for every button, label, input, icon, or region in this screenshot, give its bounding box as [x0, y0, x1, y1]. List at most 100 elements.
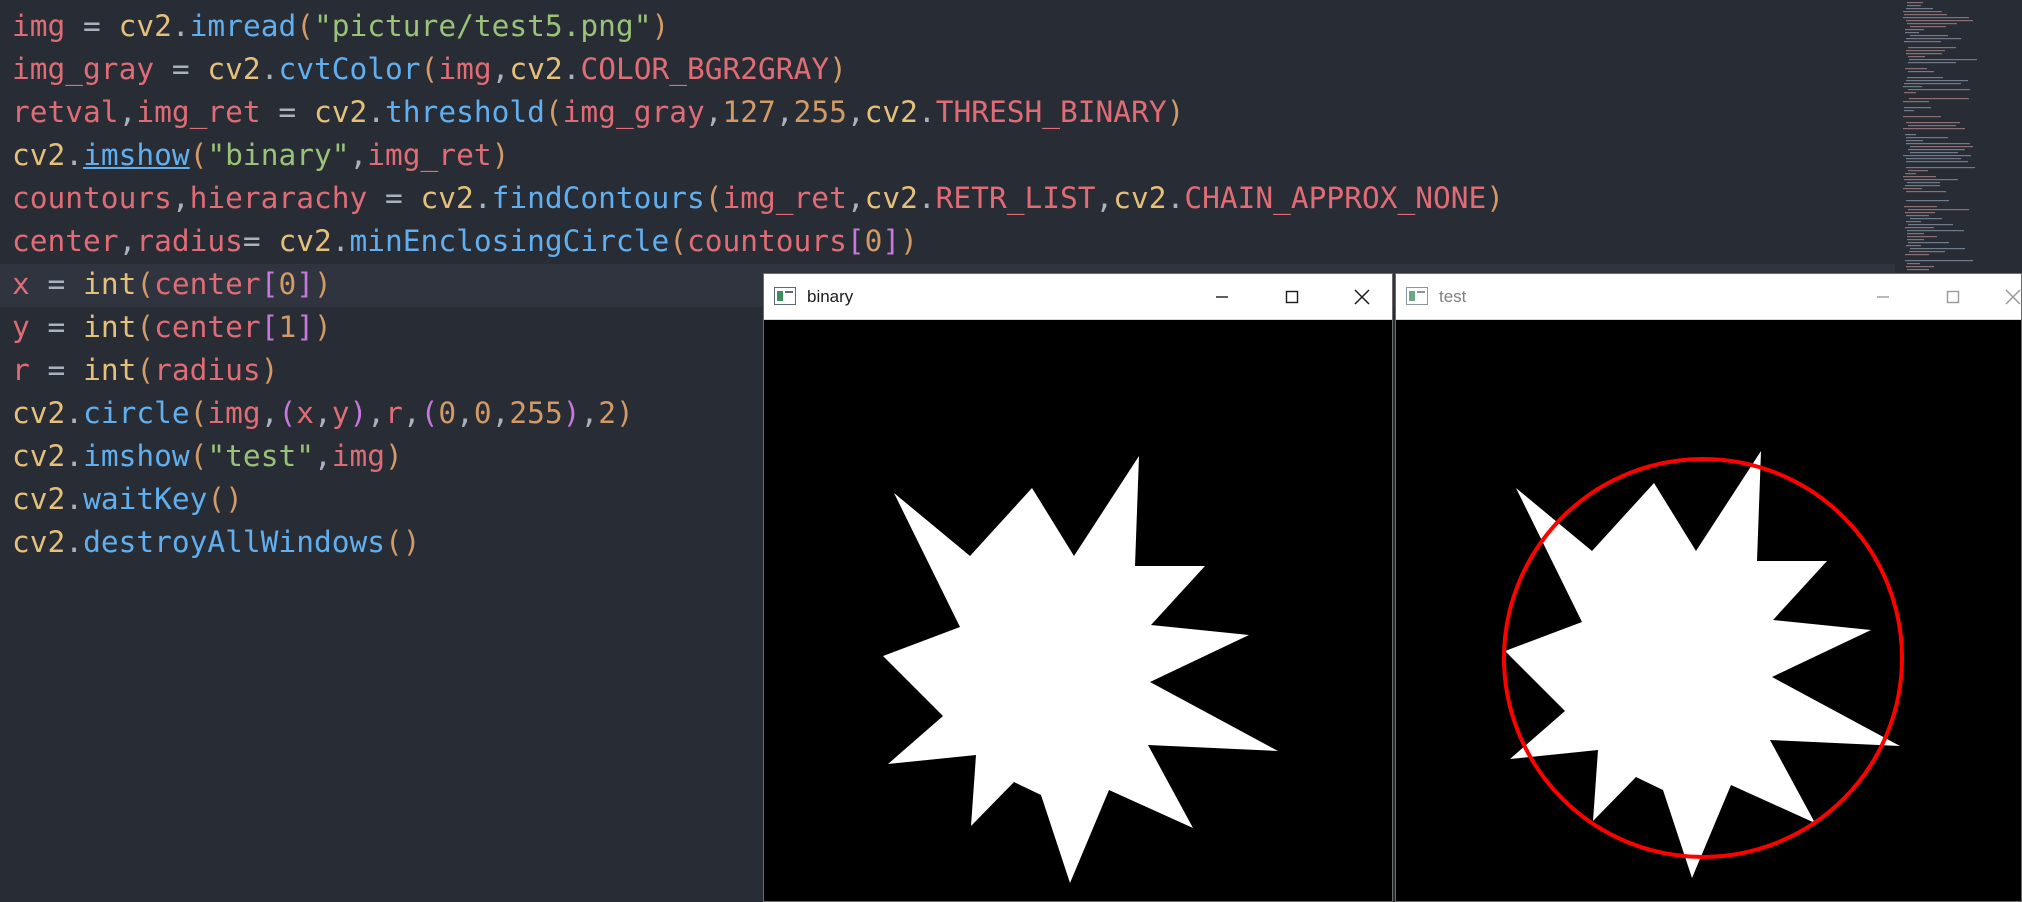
code-line[interactable]: img_gray = cv2.cvtColor(img,cv2.COLOR_BG…: [12, 48, 847, 91]
code-token: cv2: [864, 181, 918, 215]
code-token: cv2: [12, 525, 66, 559]
minimap-line: [1905, 134, 1916, 136]
test-window-titlebar[interactable]: test: [1396, 274, 2021, 320]
code-line[interactable]: x = int(center[0]): [12, 263, 332, 306]
code-token: ): [349, 396, 368, 430]
code-token: =: [367, 181, 421, 215]
code-token: cv2: [12, 138, 66, 172]
code-line[interactable]: countours,hierarachy = cv2.findContours(…: [12, 177, 1504, 220]
test-window[interactable]: test: [1395, 273, 2022, 902]
code-line[interactable]: cv2.imshow("binary",img_ret): [12, 134, 509, 177]
code-token: ,: [313, 439, 332, 473]
code-token: cv2: [12, 482, 66, 516]
test-close-button[interactable]: [1983, 274, 2022, 319]
code-token: (: [189, 138, 208, 172]
code-token: =: [154, 52, 208, 86]
code-token: img: [207, 396, 261, 430]
code-token: 255: [509, 396, 563, 430]
code-token: cvtColor: [278, 52, 421, 86]
minimap-line: [1903, 11, 1942, 13]
code-line[interactable]: cv2.waitKey(): [12, 478, 243, 521]
binary-maximize-button[interactable]: [1262, 274, 1322, 319]
minimap[interactable]: [1895, 0, 2022, 275]
code-token: center: [154, 267, 261, 301]
test-window-title: test: [1439, 287, 1467, 306]
code-token: .: [331, 224, 350, 258]
minimap-line: [1905, 212, 1935, 214]
test-maximize-button[interactable]: [1923, 274, 1983, 319]
minimap-line: [1909, 251, 1945, 253]
binary-window[interactable]: binary: [763, 273, 1393, 902]
minimap-line: [1909, 98, 1969, 100]
code-token: COLOR_BGR2GRAY: [580, 52, 830, 86]
code-token: cv2: [420, 181, 474, 215]
code-token: "binary": [207, 138, 350, 172]
code-line[interactable]: r = int(radius): [12, 349, 278, 392]
minimap-line: [1908, 47, 1956, 49]
code-token: ): [1486, 181, 1505, 215]
code-token: ,: [367, 396, 386, 430]
minimap-line: [1904, 110, 1914, 112]
code-token: img: [438, 52, 492, 86]
code-line[interactable]: retval,img_ret = cv2.threshold(img_gray,…: [12, 91, 1184, 134]
code-token: ): [402, 525, 421, 559]
code-token: ,: [580, 396, 599, 430]
code-token: RETR_LIST: [935, 181, 1096, 215]
code-token: threshold: [385, 95, 545, 129]
binary-minimize-button[interactable]: [1192, 274, 1252, 319]
minimap-line: [1910, 26, 1946, 28]
minimap-line: [1906, 137, 1948, 139]
code-token: .: [917, 181, 936, 215]
minimap-line: [1908, 71, 1934, 73]
code-token: ,: [314, 396, 332, 430]
code-token: countours: [686, 224, 847, 258]
code-token: "picture/test5.png": [314, 9, 652, 43]
code-token[interactable]: imshow: [83, 138, 190, 172]
minimap-line: [1908, 149, 1965, 151]
code-token: ): [1166, 95, 1185, 129]
code-token: 127: [722, 95, 776, 129]
code-token: cv2: [864, 95, 918, 129]
code-token: img_gray: [562, 95, 705, 129]
maximize-icon: [1285, 290, 1299, 303]
minimap-line: [1908, 125, 1956, 127]
minimap-line: [1906, 143, 1970, 145]
minimap-line: [1906, 221, 1921, 223]
minimap-line: [1907, 233, 1924, 235]
code-token: img_ret: [136, 95, 261, 129]
test-minimize-button[interactable]: [1853, 274, 1913, 319]
code-token: x: [296, 396, 314, 430]
minimap-line: [1906, 245, 1921, 247]
code-token: cv2: [509, 52, 563, 86]
code-token: ,: [118, 224, 137, 258]
code-token: (: [136, 310, 155, 344]
code-line[interactable]: cv2.destroyAllWindows(): [12, 521, 421, 564]
minimap-line: [1905, 227, 1934, 229]
minimap-line: [1906, 80, 1968, 82]
minimap-line: [1906, 50, 1945, 52]
code-token: ,: [704, 95, 723, 129]
minimap-line: [1906, 122, 1960, 124]
code-line[interactable]: y = int(center[1]): [12, 306, 332, 349]
code-token: y: [12, 310, 30, 344]
code-token: (: [420, 52, 439, 86]
code-token: retval: [12, 95, 119, 129]
minimap-line: [1908, 224, 1953, 226]
code-token: ): [385, 439, 403, 473]
code-token: countours: [12, 181, 172, 215]
code-token: .: [65, 482, 84, 516]
code-token: =: [260, 95, 314, 129]
code-line[interactable]: cv2.circle(img,(x,y),r,(0,0,255),2): [12, 392, 634, 435]
code-token: ): [491, 138, 510, 172]
binary-close-button[interactable]: [1332, 274, 1392, 319]
minimap-line: [1907, 263, 1920, 265]
binary-window-titlebar[interactable]: binary: [764, 274, 1392, 320]
code-token: ): [314, 267, 332, 301]
code-token: imread: [189, 9, 297, 43]
code-token: (: [189, 396, 208, 430]
code-line[interactable]: cv2.imshow("test",img): [12, 435, 403, 478]
code-token: .: [260, 52, 279, 86]
code-line[interactable]: img = cv2.imread("picture/test5.png"): [12, 5, 669, 48]
minimap-line: [1907, 236, 1937, 238]
code-line[interactable]: center,radius= cv2.minEnclosingCircle(co…: [12, 220, 918, 263]
